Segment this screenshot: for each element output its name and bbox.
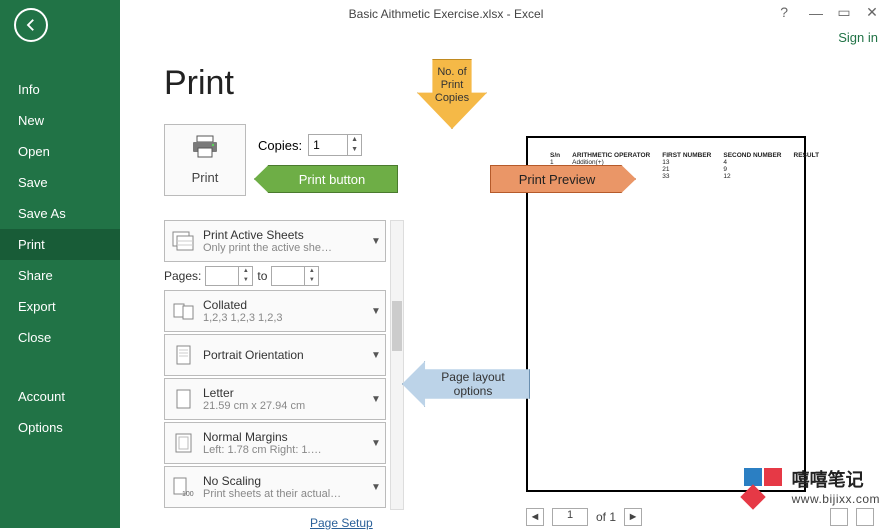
setting-collated[interactable]: Collated1,2,3 1,2,3 1,2,3 ▼ — [164, 290, 386, 332]
restore-button[interactable]: ▭ — [830, 4, 858, 21]
watermark-text: 嘻嘻笔记 — [792, 466, 880, 492]
annotation-copies: No. of Print Copies — [416, 58, 488, 130]
sidebar-item-open[interactable]: Open — [0, 136, 120, 167]
sheets-icon — [165, 231, 203, 251]
sidebar-item-saveas[interactable]: Save As — [0, 198, 120, 229]
sidebar-item-print[interactable]: Print — [0, 229, 120, 260]
pages-from[interactable]: ▲▼ — [205, 266, 253, 286]
copies-spinner[interactable]: ▲▼ — [308, 134, 362, 156]
sidebar-menu: Info New Open Save Save As Print Share E… — [0, 74, 120, 443]
collated-icon — [165, 301, 203, 321]
chevron-down-icon: ▼ — [367, 438, 385, 449]
watermark-url: www.bijixx.com — [792, 492, 880, 506]
watermark-logo — [744, 468, 786, 504]
zoom-controls — [830, 508, 874, 526]
print-button[interactable]: Print — [164, 124, 246, 196]
pages-to-label: to — [257, 269, 267, 283]
copies-input[interactable] — [309, 135, 347, 155]
back-button[interactable] — [14, 8, 48, 42]
pages-range: Pages: ▲▼ to ▲▼ — [164, 264, 386, 288]
sidebar-item-close[interactable]: Close — [0, 322, 120, 353]
setting-orientation[interactable]: Portrait Orientation ▼ — [164, 334, 386, 376]
printer-icon — [191, 135, 219, 164]
sidebar-item-options[interactable]: Options — [0, 412, 120, 443]
help-icon[interactable]: ? — [780, 4, 788, 20]
setting-margins[interactable]: Normal MarginsLeft: 1.78 cm Right: 1.… ▼ — [164, 422, 386, 464]
pages-label: Pages: — [164, 269, 201, 283]
page-count-label: of 1 — [596, 510, 616, 524]
print-button-label: Print — [192, 170, 219, 185]
main-panel: Print Print Copies: ▲▼ Print Active Shee… — [120, 40, 892, 528]
scaling-icon: 100 — [165, 476, 203, 498]
sidebar-item-save[interactable]: Save — [0, 167, 120, 198]
copies-row: Copies: ▲▼ — [258, 134, 362, 156]
paper-icon — [165, 388, 203, 410]
sidebar-item-new[interactable]: New — [0, 105, 120, 136]
chevron-down-icon: ▼ — [367, 350, 385, 361]
sidebar-item-export[interactable]: Export — [0, 291, 120, 322]
sidebar-item-account[interactable]: Account — [0, 381, 120, 412]
setting-paper-size[interactable]: Letter21.59 cm x 27.94 cm ▼ — [164, 378, 386, 420]
portrait-icon — [165, 344, 203, 366]
svg-text:100: 100 — [182, 491, 194, 498]
chevron-down-icon: ▼ — [367, 482, 385, 493]
zoom-to-page-button[interactable] — [856, 508, 874, 526]
annotation-print-button: Print button — [254, 164, 398, 194]
copies-label: Copies: — [258, 138, 302, 153]
chevron-down-icon: ▼ — [367, 236, 385, 247]
chevron-down-icon: ▼ — [367, 394, 385, 405]
prev-page-button[interactable]: ◄ — [526, 508, 544, 526]
print-settings: Print Active SheetsOnly print the active… — [164, 220, 386, 510]
window-controls: — ▭ ✕ — [802, 4, 886, 21]
backstage-sidebar: Info New Open Save Save As Print Share E… — [0, 0, 120, 528]
pages-to[interactable]: ▲▼ — [271, 266, 319, 286]
margins-icon — [165, 432, 203, 454]
page-title: Print — [164, 64, 234, 103]
setting-print-active-sheets[interactable]: Print Active SheetsOnly print the active… — [164, 220, 386, 262]
setting-scaling[interactable]: 100 No ScalingPrint sheets at their actu… — [164, 466, 386, 508]
chevron-down-icon: ▼ — [367, 306, 385, 317]
minimize-button[interactable]: — — [802, 5, 830, 21]
sidebar-item-info[interactable]: Info — [0, 74, 120, 105]
next-page-button[interactable]: ► — [624, 508, 642, 526]
titlebar: Basic Aithmetic Exercise.xlsx - Excel ? … — [0, 0, 892, 28]
watermark: 嘻嘻笔记 www.bijixx.com — [744, 466, 880, 506]
show-margins-button[interactable] — [830, 508, 848, 526]
copies-spin-buttons[interactable]: ▲▼ — [347, 135, 361, 155]
current-page-input[interactable]: 1 — [552, 508, 588, 526]
annotation-print-preview: Print Preview — [490, 164, 636, 194]
window-title: Basic Aithmetic Exercise.xlsx - Excel — [349, 7, 544, 21]
page-navigation: ◄ 1 of 1 ► — [526, 508, 642, 526]
sidebar-item-share[interactable]: Share — [0, 260, 120, 291]
close-button[interactable]: ✕ — [858, 4, 886, 21]
annotation-page-layout: Page layout options — [402, 360, 530, 408]
